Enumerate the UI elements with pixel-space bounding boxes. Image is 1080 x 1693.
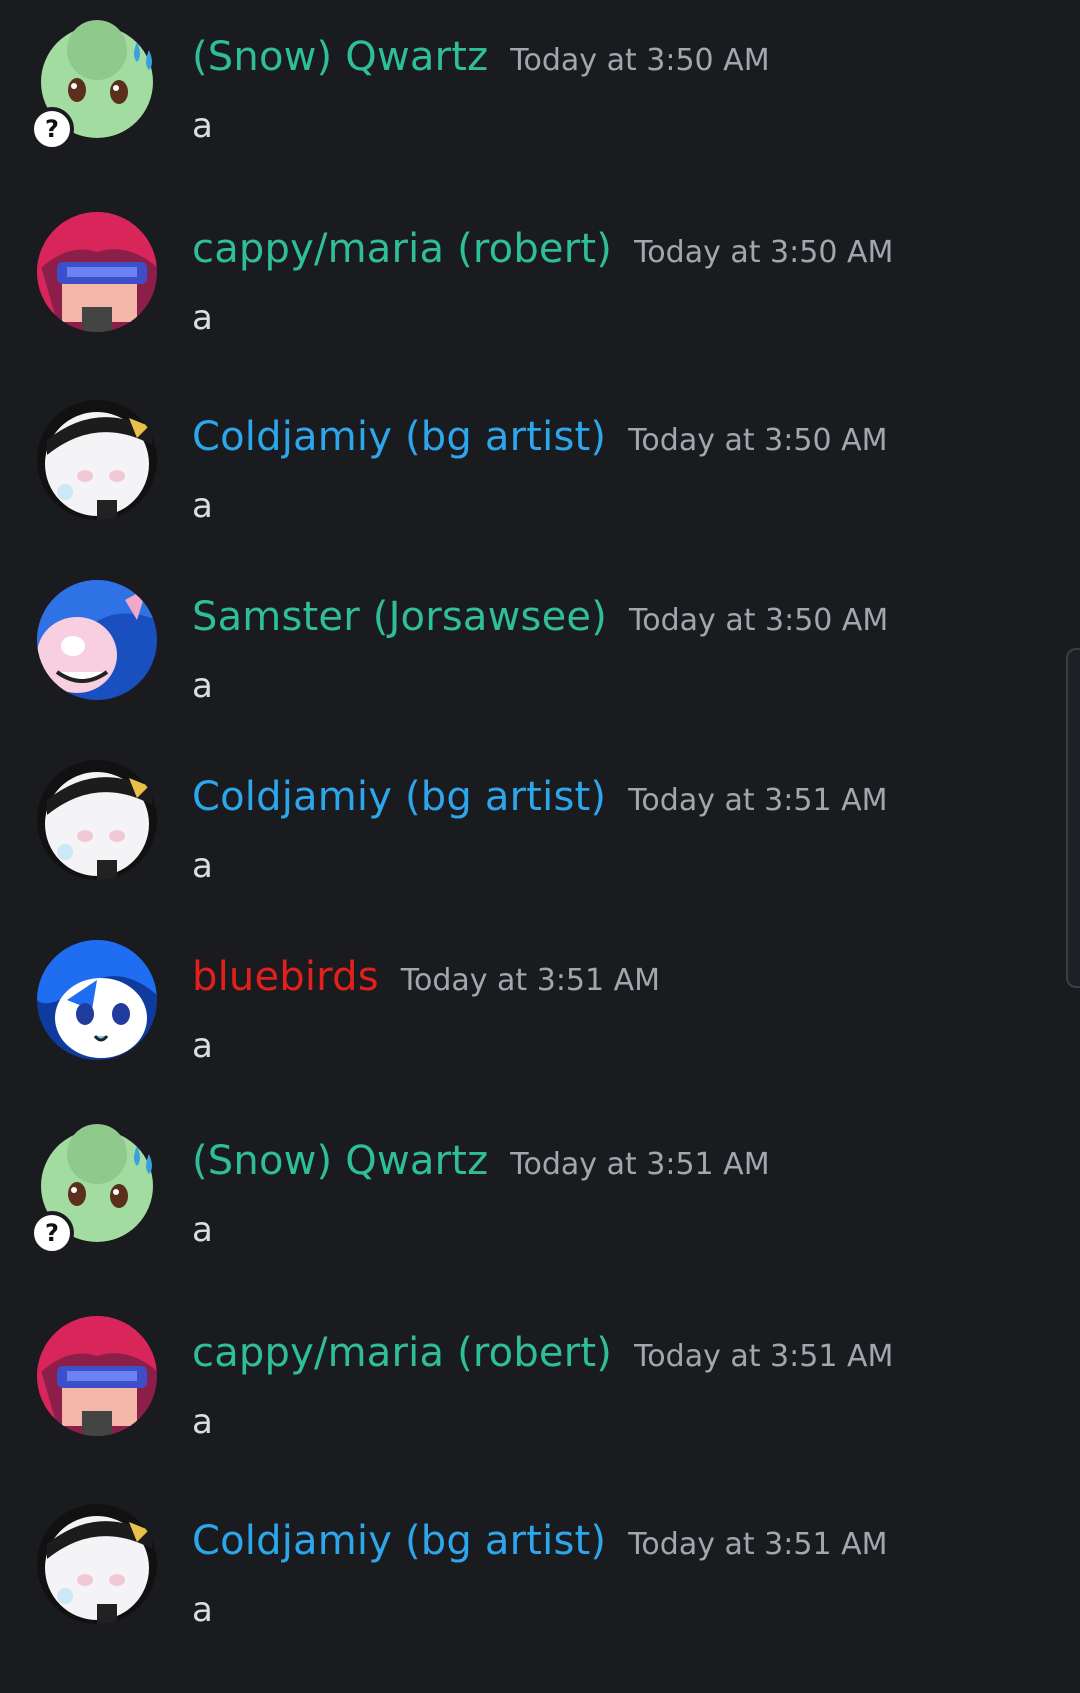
- message-content: a: [192, 106, 213, 146]
- username[interactable]: (Snow) Qwartz: [192, 34, 488, 80]
- timestamp: Today at 3:50 AM: [634, 235, 894, 270]
- message-header: Coldjamiy (bg artist) Today at 3:51 AM: [192, 774, 887, 820]
- chat-message[interactable]: Coldjamiy (bg artist) Today at 3:51 AM a: [0, 760, 1060, 910]
- timestamp: Today at 3:51 AM: [510, 1147, 770, 1182]
- message-content: a: [192, 298, 213, 338]
- avatar-coldjamiy[interactable]: [37, 1504, 157, 1624]
- message-header: Coldjamiy (bg artist) Today at 3:51 AM: [192, 1518, 887, 1564]
- message-content: a: [192, 846, 213, 886]
- avatar-bluebirds[interactable]: [37, 940, 157, 1060]
- username[interactable]: Coldjamiy (bg artist): [192, 414, 606, 460]
- avatar-coldjamiy[interactable]: [37, 760, 157, 880]
- avatar-cappy[interactable]: [37, 1316, 157, 1436]
- timestamp: Today at 3:51 AM: [628, 783, 888, 818]
- question-badge-icon: ?: [30, 1211, 74, 1255]
- message-content: a: [192, 1590, 213, 1630]
- chat-message[interactable]: cappy/maria (robert) Today at 3:51 AM a: [0, 1316, 1060, 1466]
- message-header: Coldjamiy (bg artist) Today at 3:50 AM: [192, 414, 887, 460]
- username[interactable]: Coldjamiy (bg artist): [192, 1518, 606, 1564]
- chat-message[interactable]: cappy/maria (robert) Today at 3:50 AM a: [0, 212, 1060, 362]
- message-content: a: [192, 486, 213, 526]
- message-header: bluebirds Today at 3:51 AM: [192, 954, 660, 1000]
- username[interactable]: (Snow) Qwartz: [192, 1138, 488, 1184]
- scrollbar[interactable]: [1066, 648, 1080, 988]
- avatar-cappy[interactable]: [37, 212, 157, 332]
- timestamp: Today at 3:50 AM: [510, 43, 770, 78]
- chat-message[interactable]: Coldjamiy (bg artist) Today at 3:51 AM a: [0, 1504, 1060, 1654]
- chat-message[interactable]: bluebirds Today at 3:51 AM a: [0, 940, 1060, 1090]
- timestamp: Today at 3:51 AM: [400, 963, 661, 998]
- chat-messages-list[interactable]: ? (Snow) Qwartz Today at 3:50 AM a cappy/…: [0, 0, 1080, 1693]
- chat-message[interactable]: Samster (Jorsawsee) Today at 3:50 AM a: [0, 580, 1060, 730]
- message-content: a: [192, 1402, 213, 1442]
- message-header: (Snow) Qwartz Today at 3:51 AM: [192, 1138, 770, 1184]
- timestamp: Today at 3:50 AM: [629, 603, 889, 638]
- message-content: a: [192, 1210, 213, 1250]
- chat-message[interactable]: ? (Snow) Qwartz Today at 3:51 AM a: [0, 1124, 1060, 1274]
- username[interactable]: bluebirds: [192, 954, 379, 1000]
- username[interactable]: Samster (Jorsawsee): [192, 594, 607, 640]
- avatar-coldjamiy[interactable]: [37, 400, 157, 520]
- timestamp: Today at 3:50 AM: [628, 423, 888, 458]
- avatar-samster[interactable]: [37, 580, 157, 700]
- username[interactable]: Coldjamiy (bg artist): [192, 774, 606, 820]
- username[interactable]: cappy/maria (robert): [192, 226, 612, 272]
- question-badge-icon: ?: [30, 107, 74, 151]
- username[interactable]: cappy/maria (robert): [192, 1330, 612, 1376]
- message-header: cappy/maria (robert) Today at 3:51 AM: [192, 1330, 893, 1376]
- chat-message[interactable]: Coldjamiy (bg artist) Today at 3:50 AM a: [0, 400, 1060, 550]
- message-content: a: [192, 666, 213, 706]
- message-header: (Snow) Qwartz Today at 3:50 AM: [192, 34, 770, 80]
- timestamp: Today at 3:51 AM: [628, 1527, 888, 1562]
- message-content: a: [192, 1026, 213, 1066]
- message-header: Samster (Jorsawsee) Today at 3:50 AM: [192, 594, 888, 640]
- timestamp: Today at 3:51 AM: [634, 1339, 894, 1374]
- chat-message[interactable]: ? (Snow) Qwartz Today at 3:50 AM a: [0, 20, 1060, 170]
- message-header: cappy/maria (robert) Today at 3:50 AM: [192, 226, 893, 272]
